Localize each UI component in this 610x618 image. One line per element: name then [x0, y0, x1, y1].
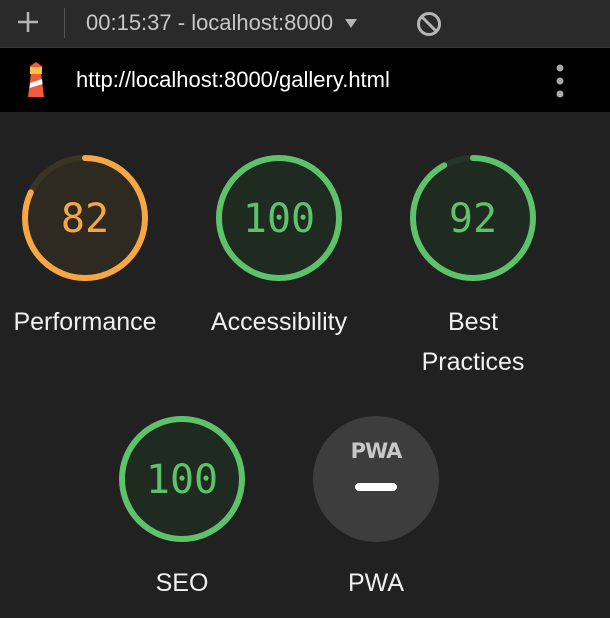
accessibility-label: Accessibility — [210, 308, 348, 336]
more-options-icon[interactable] — [548, 62, 572, 100]
clear-button[interactable] — [414, 9, 444, 39]
caret-down-icon — [345, 19, 358, 28]
pwa-badge-icon: PWA — [313, 416, 439, 542]
accessibility-score-value: 100 — [243, 196, 315, 242]
pwa-label: PWA — [347, 569, 405, 597]
performance-label: Performance — [13, 308, 157, 336]
performance-score-gauge: 82 — [22, 155, 148, 281]
seo-score-value: 100 — [146, 457, 218, 503]
pwa-badge-text: PWA — [351, 439, 404, 463]
best-practices-label: Best Practices — [388, 302, 558, 382]
report-url-bar: http://localhost:8000/gallery.html — [0, 48, 610, 112]
toolbar-divider — [64, 8, 65, 38]
pwa-dash-icon — [355, 483, 397, 491]
gauge-performance[interactable]: 82 Performance — [0, 152, 170, 342]
gauge-pwa[interactable]: PWA PWA — [291, 413, 461, 603]
gauge-best-practices[interactable]: 92 Best Practices — [388, 152, 558, 382]
best-practices-label-line-1: Best — [447, 308, 499, 336]
report-session-select[interactable]: 00:15:37 - localhost:8000 — [86, 8, 359, 38]
performance-score-value: 82 — [61, 196, 109, 242]
seo-label: SEO — [155, 569, 209, 597]
best-practices-score-gauge: 92 — [410, 155, 536, 281]
session-label: 00:15:37 - localhost:8000 — [86, 10, 334, 35]
best-practices-label-line-2: Practices — [421, 348, 525, 376]
new-report-button[interactable] — [12, 6, 44, 38]
accessibility-score-gauge: 100 — [216, 155, 342, 281]
lighthouse-logo-icon — [28, 62, 44, 97]
gauge-seo[interactable]: 100 SEO — [97, 413, 267, 603]
gauge-accessibility[interactable]: 100 Accessibility — [194, 152, 364, 342]
report-url: http://localhost:8000/gallery.html — [76, 67, 390, 92]
seo-score-gauge: 100 — [119, 416, 245, 542]
pwa-badge-circle — [313, 416, 439, 542]
best-practices-score-value: 92 — [449, 196, 497, 242]
devtools-toolbar: 00:15:37 - localhost:8000 — [0, 0, 610, 48]
